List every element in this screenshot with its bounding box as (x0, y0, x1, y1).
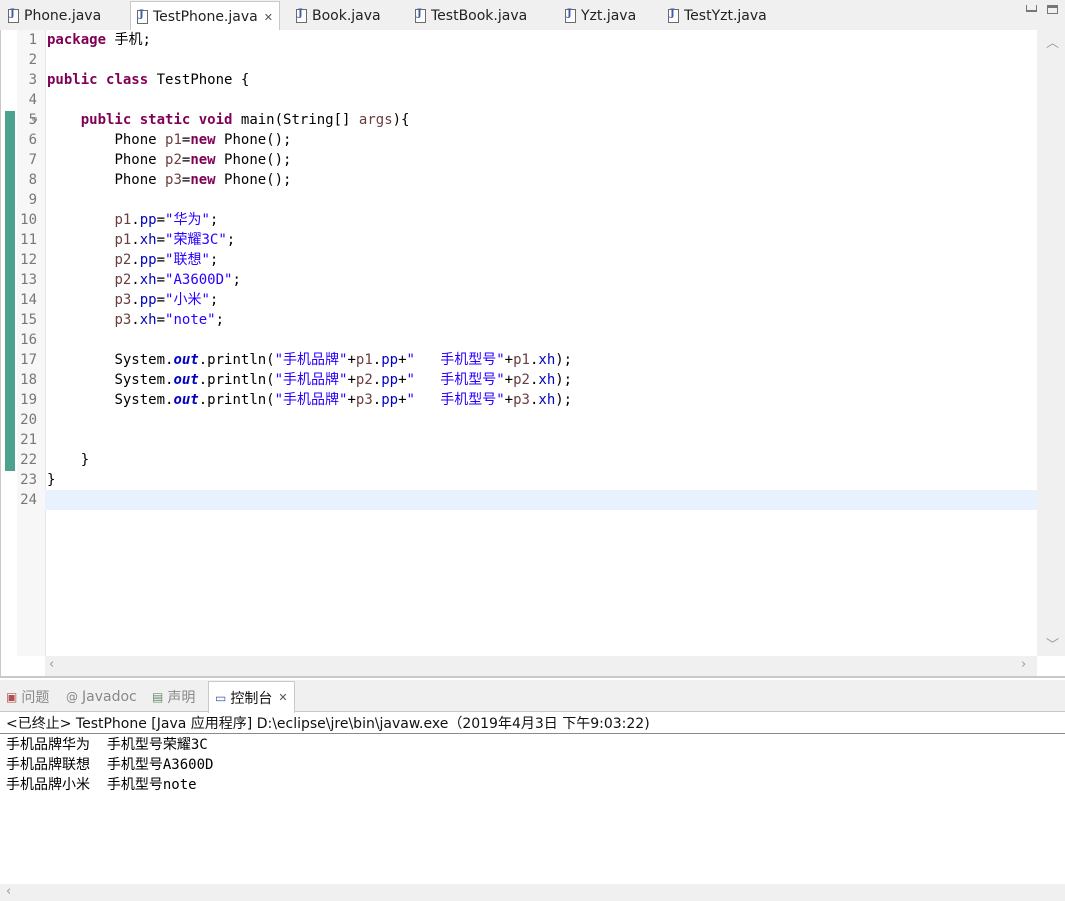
scroll-left-icon[interactable]: ‹ (49, 657, 54, 672)
code-line[interactable]: 7 Phone p2=new Phone(); (29, 150, 1037, 170)
editor-tab-bar: J Phone.java J TestPhone.java ✕ J Book.j… (0, 0, 1065, 32)
tab-label: TestYzt.java (684, 8, 767, 24)
code-line[interactable]: 10 p1.pp="华为"; (20, 210, 1037, 230)
tab-label: Yzt.java (581, 8, 637, 24)
close-tab-icon[interactable]: ✕ (264, 11, 273, 24)
editor-vertical-scrollbar[interactable]: ︿ ﹀ (1037, 30, 1065, 656)
fold-collapse-icon[interactable]: ⊖ (32, 110, 37, 130)
code-line[interactable]: 13 p2.xh="A3600D"; (20, 270, 1037, 290)
tab-label: Book.java (312, 8, 381, 24)
code-line[interactable]: 11 p1.xh="荣耀3C"; (20, 230, 1037, 250)
java-file-icon: J (8, 8, 19, 23)
java-file-icon: J (668, 8, 679, 23)
tab-declaration[interactable]: ▤ 声明 (152, 685, 195, 709)
console-icon: ▭ (215, 690, 227, 705)
problems-icon: ▣ (6, 690, 18, 704)
code-line[interactable]: 12 p2.pp="联想"; (20, 250, 1037, 270)
tab-javadoc[interactable]: @ Javadoc (66, 685, 137, 709)
console-output[interactable]: 手机品牌华为 手机型号荣耀3C 手机品牌联想 手机型号A3600D 手机品牌小米… (6, 735, 213, 795)
scroll-up-icon[interactable]: ︿ (1046, 32, 1059, 51)
console-line: 手机品牌联想 手机型号A3600D (6, 757, 214, 773)
code-line[interactable]: 19 System.out.println("手机品牌"+p3.pp+" 手机型… (20, 390, 1037, 410)
console-separator (0, 733, 1065, 734)
at-icon: @ (66, 690, 78, 704)
java-file-icon: J (296, 8, 307, 23)
code-line[interactable]: 20 (20, 410, 1037, 430)
tab-label: Phone.java (24, 8, 102, 24)
console-line: 手机品牌小米 手机型号note (6, 777, 197, 793)
code-line[interactable]: 2 (29, 50, 1037, 70)
tab-yzt-java[interactable]: J Yzt.java (565, 3, 636, 29)
maximize-icon[interactable] (1047, 5, 1058, 14)
code-editor[interactable]: 1 package 手机; 2 3 public class TestPhone {… (0, 30, 1065, 676)
code-line[interactable]: 5 ⊖ public static void main(String[] args… (29, 110, 1037, 130)
code-line[interactable]: 15 p3.xh="note"; (20, 310, 1037, 330)
tab-book-java[interactable]: J Book.java (296, 3, 381, 29)
tab-label: TestPhone.java (153, 9, 258, 25)
editor-horizontal-scrollbar[interactable]: ‹ › (45, 656, 1037, 676)
tab-testyzt-java[interactable]: J TestYzt.java (668, 3, 767, 29)
code-line[interactable]: 21 (20, 430, 1037, 450)
console-status: <已终止> TestPhone [Java 应用程序] D:\eclipse\j… (6, 716, 650, 732)
code-area[interactable]: 1 package 手机; 2 3 public class TestPhone {… (20, 30, 1037, 510)
tab-problems[interactable]: ▣ 问题 (6, 685, 49, 709)
console-line: 手机品牌华为 手机型号荣耀3C (6, 737, 208, 753)
console-horizontal-scrollbar[interactable]: ‹ (0, 884, 1065, 901)
minimize-icon[interactable] (1026, 5, 1037, 12)
code-line[interactable]: 18 System.out.println("手机品牌"+p2.pp+" 手机型… (20, 370, 1037, 390)
code-line[interactable]: 22 } (20, 450, 1037, 470)
code-line[interactable]: 16 (20, 330, 1037, 350)
current-code-line[interactable]: 24 (20, 490, 1037, 510)
java-file-icon: J (565, 8, 576, 23)
scroll-right-icon[interactable]: › (1021, 657, 1026, 672)
tab-console[interactable]: ▭ 控制台 ✕ (208, 681, 295, 713)
scroll-down-icon[interactable]: ﹀ (1046, 634, 1059, 653)
tab-label: TestBook.java (431, 8, 528, 24)
scroll-left-icon[interactable]: ‹ (6, 884, 11, 899)
code-line[interactable]: 23} (20, 470, 1037, 490)
tab-phone-java[interactable]: J Phone.java (8, 3, 101, 29)
tab-testphone-java[interactable]: J TestPhone.java ✕ (130, 1, 280, 32)
declaration-icon: ▤ (152, 690, 164, 704)
code-line[interactable]: 3 public class TestPhone { (29, 70, 1037, 90)
code-line[interactable]: 1 package 手机; (29, 30, 1037, 50)
code-line[interactable]: 8 Phone p3=new Phone(); (29, 170, 1037, 190)
code-line[interactable]: 17 System.out.println("手机品牌"+p1.pp+" 手机型… (20, 350, 1037, 370)
code-line[interactable]: 4 (29, 90, 1037, 110)
java-file-icon: J (137, 9, 148, 24)
code-line[interactable]: 14 p3.pp="小米"; (20, 290, 1037, 310)
code-line[interactable]: 9 (29, 190, 1037, 210)
panel-divider[interactable] (0, 676, 1065, 678)
close-tab-icon[interactable]: ✕ (278, 691, 287, 704)
view-tab-bar: ▣ 问题 @ Javadoc ▤ 声明 ▭ 控制台 ✕ (0, 680, 1065, 713)
java-file-icon: J (415, 8, 426, 23)
tab-testbook-java[interactable]: J TestBook.java (415, 3, 527, 29)
code-line[interactable]: 6 Phone p1=new Phone(); (29, 130, 1037, 150)
